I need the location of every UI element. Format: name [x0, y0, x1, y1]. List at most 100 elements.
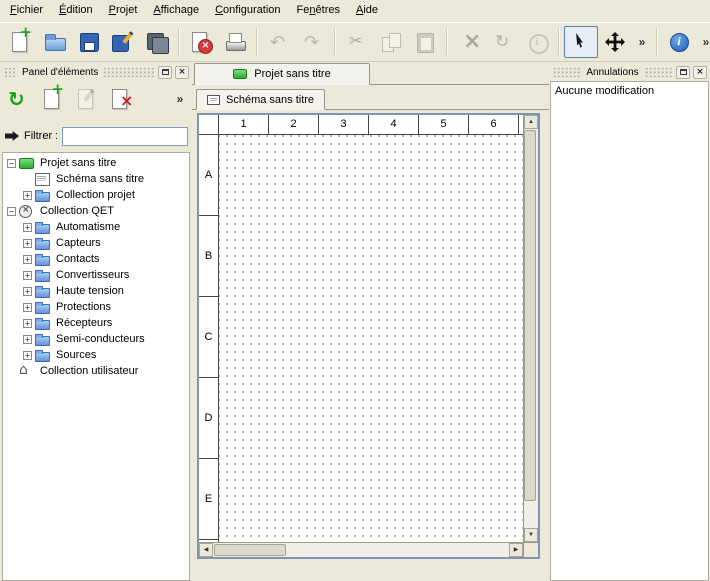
workspace: Projet sans titre Schéma sans titre 1234… [192, 62, 549, 581]
close-panel-button[interactable]: × [693, 66, 707, 79]
tree-item-convertisseurs[interactable]: +Convertisseurs [3, 267, 189, 283]
toolbar-extension-button-2[interactable]: » [696, 26, 710, 58]
save-button[interactable] [72, 26, 106, 58]
element-info-button [520, 26, 554, 58]
tree-item-sources[interactable]: +Sources [3, 347, 189, 363]
vertical-scroll-thumb[interactable] [524, 130, 536, 501]
plus-expander-icon[interactable]: + [23, 287, 32, 296]
tree-item-label: Collection utilisateur [38, 365, 140, 377]
folder-icon [35, 269, 50, 281]
menu-fichier[interactable]: Fichier [2, 0, 51, 22]
dock-grip[interactable] [552, 68, 581, 77]
project-tab[interactable]: Projet sans titre [194, 63, 370, 85]
undo-panel-titlebar[interactable]: Annulations × [552, 64, 707, 80]
dock-grip[interactable] [3, 68, 17, 77]
plus-expander-icon[interactable]: + [23, 351, 32, 360]
open-document-button[interactable] [38, 26, 72, 58]
reload-collections-button[interactable] [2, 83, 36, 115]
tree-item-projet-sans-titre[interactable]: −Projet sans titre [3, 155, 189, 171]
scroll-up-button[interactable]: ▲ [524, 115, 538, 129]
vertical-scroll-track[interactable] [524, 129, 538, 528]
new-document-button[interactable] [4, 26, 38, 58]
clear-filter-icon[interactable] [4, 128, 20, 144]
dock-grip[interactable] [644, 68, 673, 77]
scroll-down-button[interactable]: ▼ [524, 528, 538, 542]
plus-expander-icon[interactable]: + [23, 223, 32, 232]
scroll-right-button[interactable]: ▶ [509, 543, 523, 557]
vertical-scrollbar[interactable]: ▲ ▼ [523, 115, 538, 557]
column-header-2: 2 [269, 115, 319, 134]
close-document-button[interactable] [184, 26, 218, 58]
column-header-1: 1 [219, 115, 269, 134]
new-element-button[interactable] [36, 83, 70, 115]
elements-panel-titlebar[interactable]: Panel d'éléments × [3, 64, 189, 80]
menu-projet[interactable]: Projet [101, 0, 146, 22]
elements-toolbar: » [0, 81, 192, 117]
about-qet-button[interactable] [662, 26, 696, 58]
selection-mode-button[interactable] [564, 26, 598, 58]
tree-item-semi-conducteurs[interactable]: +Semi-conducteurs [3, 331, 189, 347]
save-all-button[interactable] [140, 26, 174, 58]
folder-icon [35, 253, 50, 265]
tree-item-capteurs[interactable]: +Capteurs [3, 235, 189, 251]
plus-expander-icon[interactable]: + [23, 335, 32, 344]
dock-grip[interactable] [103, 68, 155, 77]
visualisation-mode-button[interactable] [598, 26, 632, 58]
column-ruler-cells: 123456 [219, 115, 519, 134]
minus-expander-icon[interactable]: − [7, 207, 16, 216]
horizontal-scroll-thumb[interactable] [214, 544, 286, 556]
ruler-corner [199, 115, 219, 134]
saveall-icon [145, 30, 169, 54]
save-as-button[interactable] [106, 26, 140, 58]
folder-icon [35, 349, 50, 361]
cut-icon [345, 30, 369, 54]
tree-item-collection-qet[interactable]: −Collection QET [3, 203, 189, 219]
tree-item-label: Schéma sans titre [54, 173, 146, 185]
menu-fenetres[interactable]: Fenêtres [289, 0, 348, 22]
menu-edition[interactable]: Édition [51, 0, 101, 22]
delete-element-button[interactable] [104, 83, 138, 115]
float-panel-button[interactable] [158, 66, 172, 79]
editelement-icon [75, 87, 99, 111]
float-panel-button[interactable] [676, 66, 690, 79]
undo-panel: Annulations × Aucune modification [549, 62, 710, 581]
menu-aide[interactable]: Aide [348, 0, 386, 22]
elements-toolbar-extension-button[interactable]: » [170, 83, 190, 115]
folder-icon [35, 301, 50, 313]
menu-configuration[interactable]: Configuration [207, 0, 288, 22]
print-button[interactable] [218, 26, 252, 58]
new-icon [9, 30, 33, 54]
tree-item-collection-projet[interactable]: +Collection projet [3, 187, 189, 203]
print-icon [223, 30, 247, 54]
plus-expander-icon[interactable]: + [23, 303, 32, 312]
menu-affichage[interactable]: Affichage [145, 0, 207, 22]
tree-item-protections[interactable]: +Protections [3, 299, 189, 315]
close-panel-button[interactable]: × [175, 66, 189, 79]
tree-item-schema-sans-titre[interactable]: Schéma sans titre [3, 171, 189, 187]
schema-tab[interactable]: Schéma sans titre [196, 89, 325, 110]
horizontal-scroll-track[interactable] [213, 543, 509, 557]
horizontal-scrollbar[interactable]: ◀ ▶ [199, 542, 523, 557]
filter-input[interactable] [62, 127, 188, 146]
home-icon [19, 365, 34, 377]
project-pane: Schéma sans titre 123456 ABCDE ◀ [192, 85, 549, 581]
undo-list[interactable]: Aucune modification [550, 81, 709, 581]
plus-expander-icon[interactable]: + [23, 239, 32, 248]
tree-item-recepteurs[interactable]: +Récepteurs [3, 315, 189, 331]
scroll-left-button[interactable]: ◀ [199, 543, 213, 557]
toolbar-extension-button[interactable]: » [632, 26, 652, 58]
minus-expander-icon[interactable]: − [7, 159, 16, 168]
plus-expander-icon[interactable]: + [23, 191, 32, 200]
plus-expander-icon[interactable]: + [23, 255, 32, 264]
tree-item-automatisme[interactable]: +Automatisme [3, 219, 189, 235]
scroll-corner [524, 542, 538, 557]
schema-canvas[interactable] [219, 135, 523, 542]
elements-toolbar-buttons [2, 83, 138, 115]
plus-expander-icon[interactable]: + [23, 319, 32, 328]
tree-item-haute-tension[interactable]: +Haute tension [3, 283, 189, 299]
tree-item-collection-utilisateur[interactable]: Collection utilisateur [3, 363, 189, 379]
toolbar-separator [446, 29, 448, 55]
plus-expander-icon[interactable]: + [23, 271, 32, 280]
undo-list-item[interactable]: Aucune modification [551, 82, 708, 100]
tree-item-contacts[interactable]: +Contacts [3, 251, 189, 267]
